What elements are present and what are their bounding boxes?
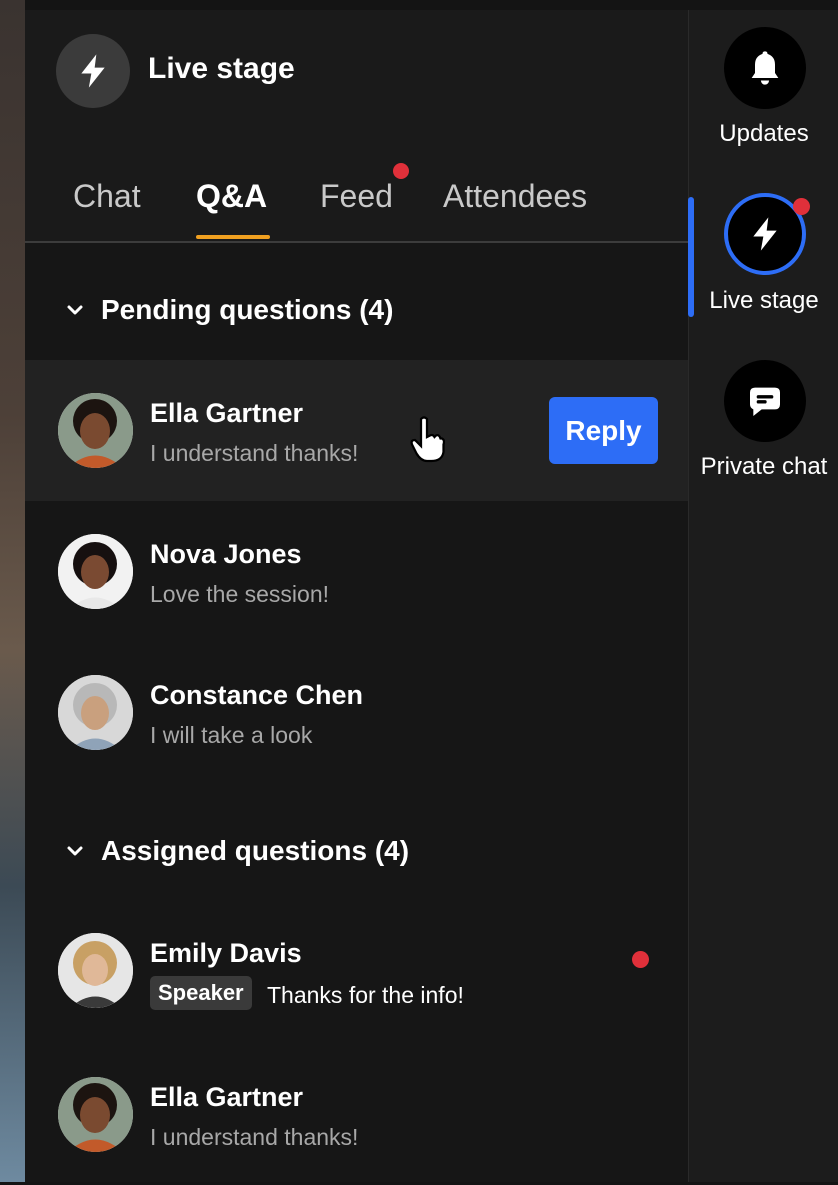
rail-active-indicator (688, 197, 694, 317)
feed-notification-dot (393, 163, 409, 179)
asker-name: Emily Davis (150, 938, 302, 968)
pending-section-toggle[interactable]: Pending questions (4) (65, 290, 393, 330)
pending-section-heading: Pending questions (4) (101, 294, 394, 325)
question-row[interactable]: Ella Gartner I understand thanks! Reply (25, 360, 688, 501)
rail-label: Private chat (700, 453, 828, 480)
asker-name: Nova Jones (150, 539, 302, 569)
question-text: Love the session! (150, 581, 330, 607)
live-stage-notification-dot (793, 198, 810, 215)
question-text: I understand thanks! (150, 440, 359, 466)
rail-label: Updates (719, 120, 809, 147)
question-row[interactable]: Ella Gartner I understand thanks! (25, 1044, 688, 1185)
question-text: I understand thanks! (150, 1124, 359, 1150)
asker-name: Ella Gartner (150, 398, 304, 428)
speaker-badge: Speaker (150, 976, 252, 1010)
avatar (58, 1077, 133, 1152)
question-row[interactable]: Nova Jones Love the session! (25, 501, 688, 642)
tab-feed[interactable]: Feed (320, 178, 393, 215)
rail-label: Live stage (709, 287, 819, 314)
asker-name: Constance Chen (150, 680, 364, 710)
tab-bar: Chat Q&A Feed Attendees (25, 170, 688, 242)
avatar (58, 534, 133, 609)
hand-cursor-icon (410, 416, 445, 463)
assigned-section-heading: Assigned questions (4) (101, 835, 410, 866)
reply-button[interactable]: Reply (549, 397, 658, 464)
page-title: Live stage (148, 52, 295, 85)
unread-dot (632, 951, 649, 968)
tab-chat[interactable]: Chat (73, 178, 141, 215)
right-rail: Updates Live stage Private chat (688, 10, 838, 1182)
chat-bubble-icon (724, 360, 806, 442)
background-edge (0, 0, 25, 1182)
avatar (58, 933, 133, 1008)
question-text: Thanks for the info! (267, 982, 464, 1008)
tab-qa[interactable]: Q&A (196, 178, 267, 215)
tabs-divider (25, 241, 688, 243)
question-row[interactable]: Emily Davis Speaker Thanks for the info! (25, 900, 688, 1041)
avatar (58, 675, 133, 750)
tab-attendees[interactable]: Attendees (443, 178, 587, 215)
active-tab-underline (196, 235, 270, 239)
bell-icon (724, 27, 806, 109)
question-text: I will take a look (150, 722, 313, 748)
assigned-section-toggle[interactable]: Assigned questions (4) (65, 831, 409, 871)
chevron-down-icon (67, 305, 83, 315)
panel-header: Live stage Chat Q&A Feed Attendees (25, 10, 688, 243)
lightning-icon (56, 34, 130, 108)
chevron-down-icon (67, 846, 83, 856)
asker-name: Ella Gartner (150, 1082, 304, 1112)
avatar (58, 393, 133, 468)
live-stage-panel: Live stage Chat Q&A Feed Attendees Pendi… (25, 10, 688, 1182)
question-row[interactable]: Constance Chen I will take a look (25, 642, 688, 783)
